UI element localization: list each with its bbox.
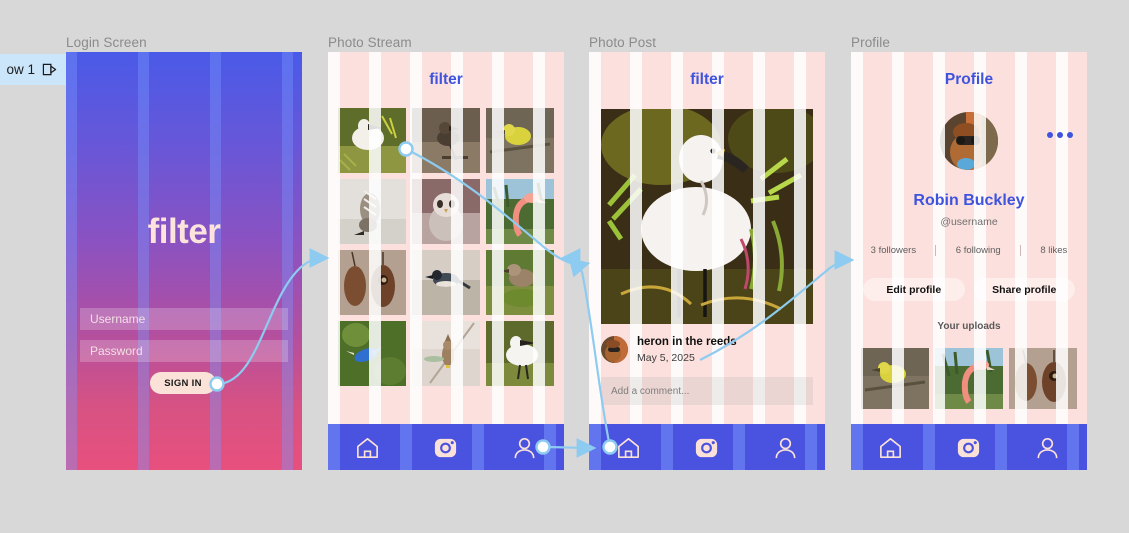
photo-thumbnail[interactable] [486, 250, 554, 315]
profile-avatar[interactable] [940, 112, 998, 170]
app-logo: filter [147, 212, 221, 251]
frame-title-post[interactable]: Photo Post [589, 35, 656, 50]
upload-thumbnail[interactable] [1009, 348, 1077, 409]
stream-header: filter [429, 71, 463, 88]
frame-login-screen[interactable]: filter Username Password SIGN IN [66, 52, 302, 470]
password-input[interactable]: Password [80, 340, 288, 362]
frame-photo-stream[interactable]: filter [328, 52, 564, 470]
frame-photo-post[interactable]: heron in the reeds May 5, 2025 Add a com… [589, 52, 825, 470]
photo-thumbnail[interactable] [338, 179, 406, 244]
home-icon[interactable] [615, 434, 642, 461]
dot [1047, 132, 1053, 138]
bottom-nav-bar [328, 424, 564, 470]
profile-icon[interactable] [772, 434, 799, 461]
home-icon[interactable] [354, 434, 381, 461]
photo-thumbnail[interactable] [338, 108, 406, 173]
post-meta: heron in the reeds May 5, 2025 [601, 335, 813, 365]
password-placeholder: Password [90, 344, 143, 358]
stat-following[interactable]: 6 following [956, 245, 1001, 256]
photo-thumbnail[interactable] [338, 250, 406, 315]
photo-grid [338, 108, 554, 386]
post-caption: heron in the reeds [637, 336, 737, 348]
comment-input[interactable]: Add a comment... [601, 377, 813, 405]
photo-thumbnail[interactable] [412, 108, 480, 173]
profile-actions: Edit profile Share profile [863, 278, 1075, 301]
username-input[interactable]: Username [80, 308, 288, 330]
stat-likes[interactable]: 8 likes [1040, 245, 1067, 256]
camera-icon[interactable] [955, 434, 982, 461]
post-header: filter [690, 71, 724, 88]
frame-title-stream[interactable]: Photo Stream [328, 35, 412, 50]
upload-thumbnail[interactable] [861, 348, 929, 409]
home-icon[interactable] [877, 434, 904, 461]
stat-divider [935, 245, 937, 256]
uploads-label: Your uploads [937, 321, 1001, 332]
stat-divider [1020, 245, 1022, 256]
photo-thumbnail[interactable] [412, 179, 480, 244]
bottom-nav-bar [851, 424, 1087, 470]
profile-handle: @username [940, 216, 998, 228]
prototype-canvas: ow 1 Login Screen Photo Stream Photo Pos… [0, 0, 1129, 533]
post-hero-image[interactable] [601, 109, 813, 324]
photo-thumbnail[interactable] [486, 179, 554, 244]
profile-header: Profile [944, 71, 994, 88]
dot [1057, 132, 1063, 138]
photo-thumbnail[interactable] [486, 108, 554, 173]
post-date: May 5, 2025 [637, 351, 695, 364]
frame-title-login[interactable]: Login Screen [66, 35, 147, 50]
photo-thumbnail[interactable] [412, 321, 480, 386]
more-options-icon[interactable] [1047, 132, 1073, 138]
flow-tab[interactable]: ow 1 [0, 54, 68, 85]
profile-icon[interactable] [1034, 434, 1061, 461]
post-author-avatar[interactable] [601, 336, 628, 364]
photo-thumbnail[interactable] [412, 250, 480, 315]
profile-uploads-grid [861, 348, 1077, 409]
profile-name: Robin Buckley [913, 192, 1025, 209]
stripe-overlay [66, 52, 302, 470]
flow-tab-label: ow 1 [6, 62, 35, 77]
bottom-nav-bar [589, 424, 825, 470]
dot [1067, 132, 1073, 138]
frame-title-profile[interactable]: Profile [851, 35, 890, 50]
edit-profile-button[interactable]: Edit profile [863, 278, 965, 301]
sign-in-button[interactable]: SIGN IN [150, 372, 216, 394]
profile-stats: 3 followers 6 following 8 likes [861, 245, 1077, 256]
stat-followers[interactable]: 3 followers [871, 245, 916, 256]
photo-thumbnail[interactable] [338, 321, 406, 386]
profile-icon[interactable] [511, 434, 538, 461]
share-profile-button[interactable]: Share profile [973, 278, 1075, 301]
comment-placeholder: Add a comment... [611, 385, 690, 397]
upload-thumbnail[interactable] [935, 348, 1003, 409]
camera-icon[interactable] [432, 434, 459, 461]
camera-icon[interactable] [693, 434, 720, 461]
photo-thumbnail[interactable] [486, 321, 554, 386]
username-placeholder: Username [90, 312, 146, 326]
prototype-play-icon[interactable] [42, 62, 57, 77]
frame-profile[interactable]: Robin Buckley @username 3 followers 6 fo… [851, 52, 1087, 470]
